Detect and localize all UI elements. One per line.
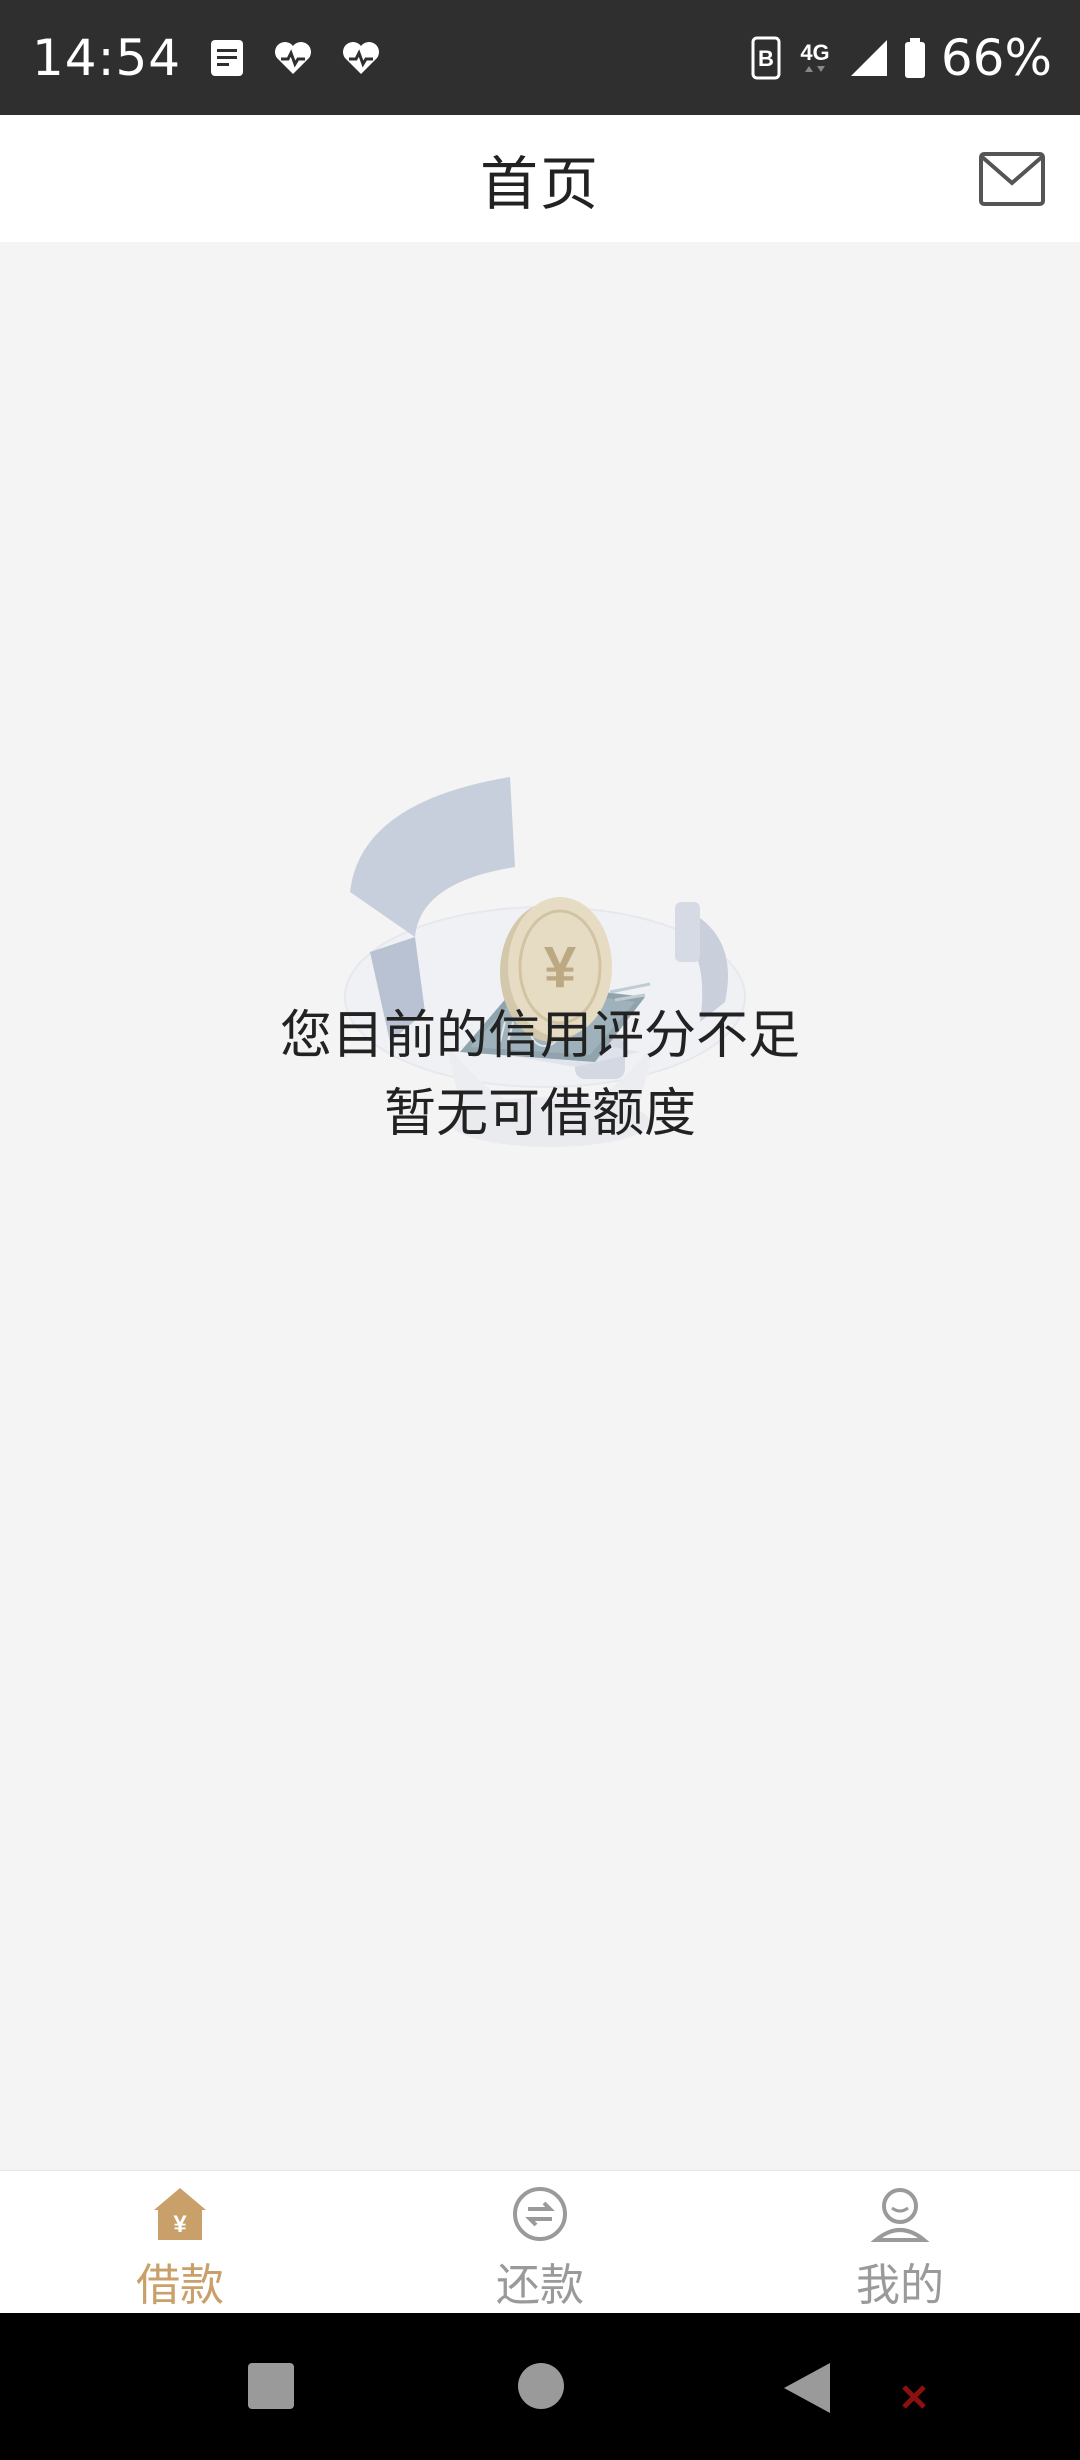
network-4g-icon: 4G <box>795 36 835 80</box>
status-left: 14:54 <box>32 29 381 87</box>
battery-percent: 66% <box>940 28 1052 87</box>
loan-home-icon: ¥ <box>148 2183 212 2245</box>
nav-label-loan: 借款 <box>136 2260 224 2311</box>
signal-icon <box>849 38 889 78</box>
home-button[interactable] <box>518 2363 564 2413</box>
nav-label-profile: 我的 <box>856 2260 944 2311</box>
status-bar: 14:54 B 4G 66% <box>0 0 1080 115</box>
back-button[interactable] <box>784 2363 830 2417</box>
watermark-icon <box>902 2385 926 2409</box>
message-line-2: 暂无可借额度 <box>383 1084 696 1144</box>
watermark-logo <box>900 2383 928 2411</box>
nav-label-repay: 还款 <box>496 2260 584 2311</box>
svg-text:4G: 4G <box>800 40 829 65</box>
mail-button[interactable] <box>978 151 1046 207</box>
nav-item-loan[interactable]: ¥ 借款 <box>0 2171 360 2313</box>
battery-icon <box>903 37 927 79</box>
page-title: 首页 <box>479 149 600 218</box>
repay-icon <box>508 2183 572 2245</box>
status-right: B 4G 66% <box>751 29 1052 87</box>
main-content: ¥ 您目前的信用评分不足 暂无可借额度 <box>0 242 1080 2170</box>
bottom-nav: ¥ 借款 还款 我的 <box>0 2170 1080 2313</box>
header: 首页 <box>0 115 1080 242</box>
nav-item-profile[interactable]: 我的 <box>720 2171 1080 2313</box>
svg-text:B: B <box>758 46 774 71</box>
mail-icon <box>979 152 1045 206</box>
back-triangle-icon <box>784 2363 830 2413</box>
circle-icon <box>518 2363 564 2409</box>
recents-button[interactable] <box>248 2363 294 2413</box>
health-icon <box>273 40 313 76</box>
notes-icon <box>209 38 245 78</box>
svg-text:¥: ¥ <box>173 2211 187 2238</box>
status-time: 14:54 <box>32 28 182 87</box>
nav-item-repay[interactable]: 还款 <box>360 2171 720 2313</box>
message-line-1: 您目前的信用评分不足 <box>279 1006 800 1066</box>
empty-message: 您目前的信用评分不足 暂无可借额度 <box>0 997 1080 1153</box>
profile-icon <box>868 2183 932 2245</box>
svg-text:¥: ¥ <box>544 935 576 1000</box>
hd-icon: B <box>751 36 781 80</box>
square-icon <box>248 2363 294 2409</box>
health-icon <box>341 40 381 76</box>
